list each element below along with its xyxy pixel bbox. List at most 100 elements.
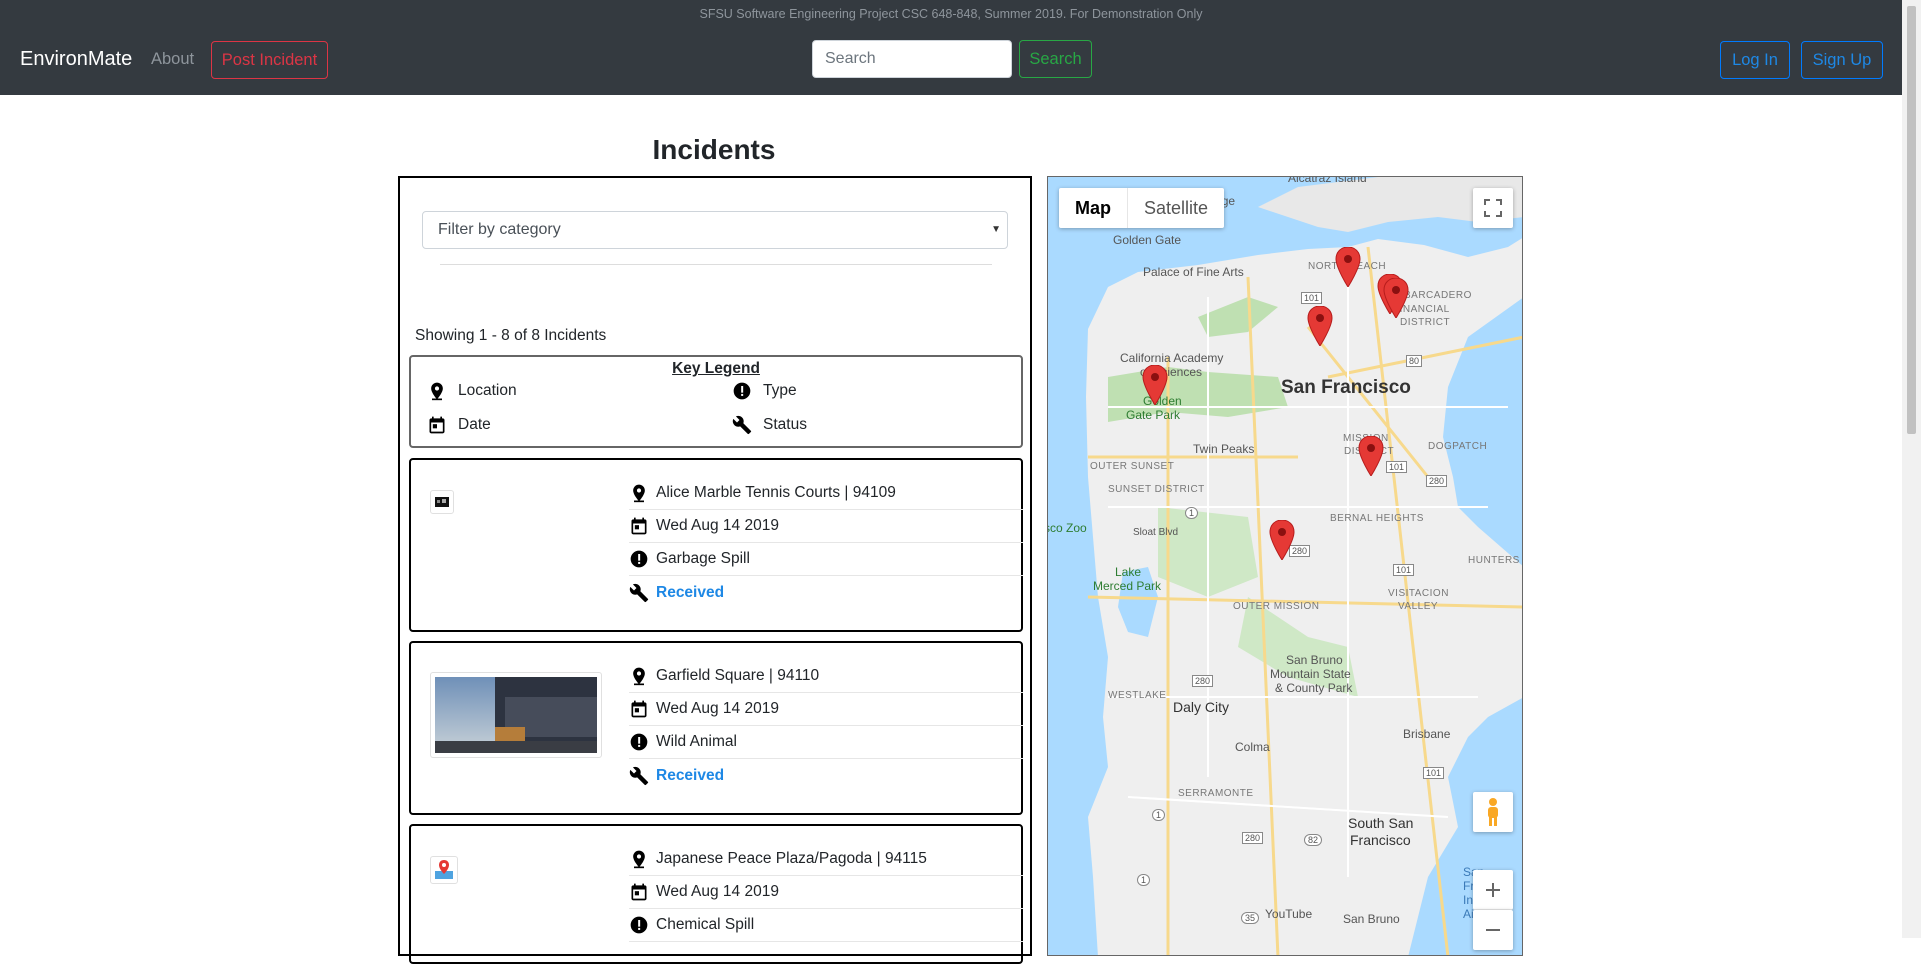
nav-about-link[interactable]: About: [151, 50, 194, 69]
map-label: California Academy: [1120, 351, 1224, 365]
map-label: San Bruno: [1343, 912, 1400, 926]
brand-logo[interactable]: EnvironMate: [20, 48, 132, 71]
incident-card[interactable]: Japanese Peace Plaza/Pagoda | 94115 Wed …: [409, 824, 1023, 964]
incident-location: Alice Marble Tennis Courts | 94109: [629, 477, 1023, 510]
map-thumbnail-icon: [435, 860, 453, 879]
highway-shield: 1: [1185, 507, 1199, 519]
map-label: South San: [1348, 815, 1414, 831]
caret-down-icon: ▼: [991, 224, 1001, 235]
map-label: OUTER MISSION: [1233, 601, 1320, 612]
incident-map-pin[interactable]: [1142, 365, 1168, 405]
wrench-icon: [629, 766, 649, 785]
page-scrollbar[interactable]: [1902, 0, 1921, 938]
incident-map[interactable]: Alcatraz Island Gate Bridge Golden Gate …: [1047, 176, 1523, 956]
incident-type: Chemical Spill: [629, 909, 1023, 942]
filter-placeholder: Filter by category: [438, 221, 561, 238]
results-count: Showing 1 - 8 of 8 Incidents: [415, 327, 607, 344]
map-label: Colma: [1235, 740, 1270, 754]
demo-banner: SFSU Software Engineering Project CSC 64…: [699, 7, 1203, 21]
map-label: YouTube: [1265, 907, 1313, 921]
map-label: San Bruno: [1286, 653, 1343, 667]
map-label: Gate Park: [1126, 408, 1181, 422]
incident-map-pin[interactable]: [1307, 306, 1333, 346]
map-label: BERNAL HEIGHTS: [1330, 513, 1424, 524]
street-view-pegman[interactable]: [1473, 792, 1513, 832]
incident-thumbnail[interactable]: [430, 856, 458, 884]
highway-shield: 101: [1393, 564, 1415, 576]
legend-location: Location: [427, 381, 517, 401]
key-legend: Key Legend Location Type Date Status: [409, 355, 1023, 448]
signup-button[interactable]: Sign Up: [1801, 41, 1883, 79]
incident-status: Received: [629, 759, 1023, 792]
legend-date-label: Date: [458, 416, 491, 433]
fullscreen-icon: [1484, 199, 1502, 217]
zoom-out-button[interactable]: [1473, 910, 1513, 950]
incident-map-pin[interactable]: [1383, 278, 1409, 318]
map-label: VALLEY: [1398, 601, 1439, 612]
category-filter-select[interactable]: Filter by category ▼: [422, 211, 1008, 249]
map-label: Golden Gate: [1113, 233, 1182, 247]
highway-shield: 35: [1241, 912, 1260, 924]
map-type-map-button[interactable]: Map: [1059, 188, 1127, 228]
minus-icon: [1486, 929, 1500, 931]
map-label: sco Zoo: [1047, 521, 1087, 535]
alert-circle-icon: [630, 916, 648, 934]
map-label: SERRAMONTE: [1178, 788, 1254, 799]
pegman-icon: [1488, 798, 1498, 826]
photo-thumbnail-icon: [435, 497, 449, 507]
incident-date-text: Wed Aug 14 2019: [656, 517, 779, 534]
alert-circle-icon: [630, 733, 648, 751]
page-title: Incidents: [652, 134, 776, 165]
incident-card[interactable]: Garfield Square | 94110 Wed Aug 14 2019 …: [409, 641, 1023, 815]
map-pin-icon: [633, 850, 645, 869]
calendar-icon: [631, 883, 647, 901]
photo-thumbnail-image: [435, 677, 597, 753]
incident-status-text: Received: [656, 583, 725, 601]
map-pin-icon: [431, 382, 443, 401]
incident-status: Received: [629, 576, 1023, 609]
incident-type: Wild Animal: [629, 726, 1023, 759]
highway-shield: 1: [1137, 874, 1151, 886]
map-pin-icon: [633, 667, 645, 686]
map-type-toggle: Map Satellite: [1059, 188, 1225, 228]
incident-location: Japanese Peace Plaza/Pagoda | 94115: [629, 843, 1023, 876]
zoom-in-button[interactable]: [1473, 870, 1513, 910]
map-label: HUNTERS POI: [1468, 555, 1522, 566]
wrench-icon: [732, 415, 752, 435]
legend-title: Key Legend: [672, 360, 760, 377]
plus-icon: [1486, 882, 1500, 897]
incident-map-pin[interactable]: [1269, 520, 1295, 560]
incident-thumbnail[interactable]: [430, 490, 454, 514]
legend-status-label: Status: [763, 416, 807, 433]
search-input[interactable]: Search: [812, 40, 1012, 78]
scrollbar-thumb[interactable]: [1907, 6, 1916, 434]
legend-type-label: Type: [763, 382, 797, 399]
highway-shield: 280: [1426, 475, 1448, 487]
map-label: Lake: [1115, 565, 1142, 579]
login-button[interactable]: Log In: [1720, 41, 1790, 79]
incident-status-text: Received: [656, 766, 725, 784]
incident-type: Garbage Spill: [629, 543, 1023, 576]
map-label: Mountain State: [1270, 667, 1351, 681]
map-type-satellite-button[interactable]: Satellite: [1127, 188, 1224, 228]
incident-map-pin[interactable]: [1335, 247, 1361, 287]
highway-shield: 82: [1304, 834, 1323, 846]
incident-date-text: Wed Aug 14 2019: [656, 700, 779, 717]
calendar-icon: [631, 517, 647, 535]
map-label: VISITACION: [1388, 588, 1449, 599]
incident-type-text: Wild Animal: [656, 733, 737, 750]
legend-date: Date: [427, 415, 491, 435]
map-label: & County Park: [1275, 681, 1353, 695]
incident-map-pin[interactable]: [1358, 436, 1384, 476]
incident-date: Wed Aug 14 2019: [629, 693, 1023, 726]
wrench-icon: [629, 583, 649, 602]
post-incident-button[interactable]: Post Incident: [211, 41, 328, 79]
incident-location-text: Japanese Peace Plaza/Pagoda | 94115: [656, 850, 927, 867]
search-button[interactable]: Search: [1019, 40, 1092, 78]
fullscreen-button[interactable]: [1473, 188, 1513, 228]
legend-status: Status: [732, 415, 807, 435]
incident-thumbnail[interactable]: [430, 672, 602, 758]
navbar: SFSU Software Engineering Project CSC 64…: [0, 0, 1902, 95]
incident-card[interactable]: Alice Marble Tennis Courts | 94109 Wed A…: [409, 458, 1023, 632]
map-label: WESTLAKE: [1108, 690, 1167, 701]
